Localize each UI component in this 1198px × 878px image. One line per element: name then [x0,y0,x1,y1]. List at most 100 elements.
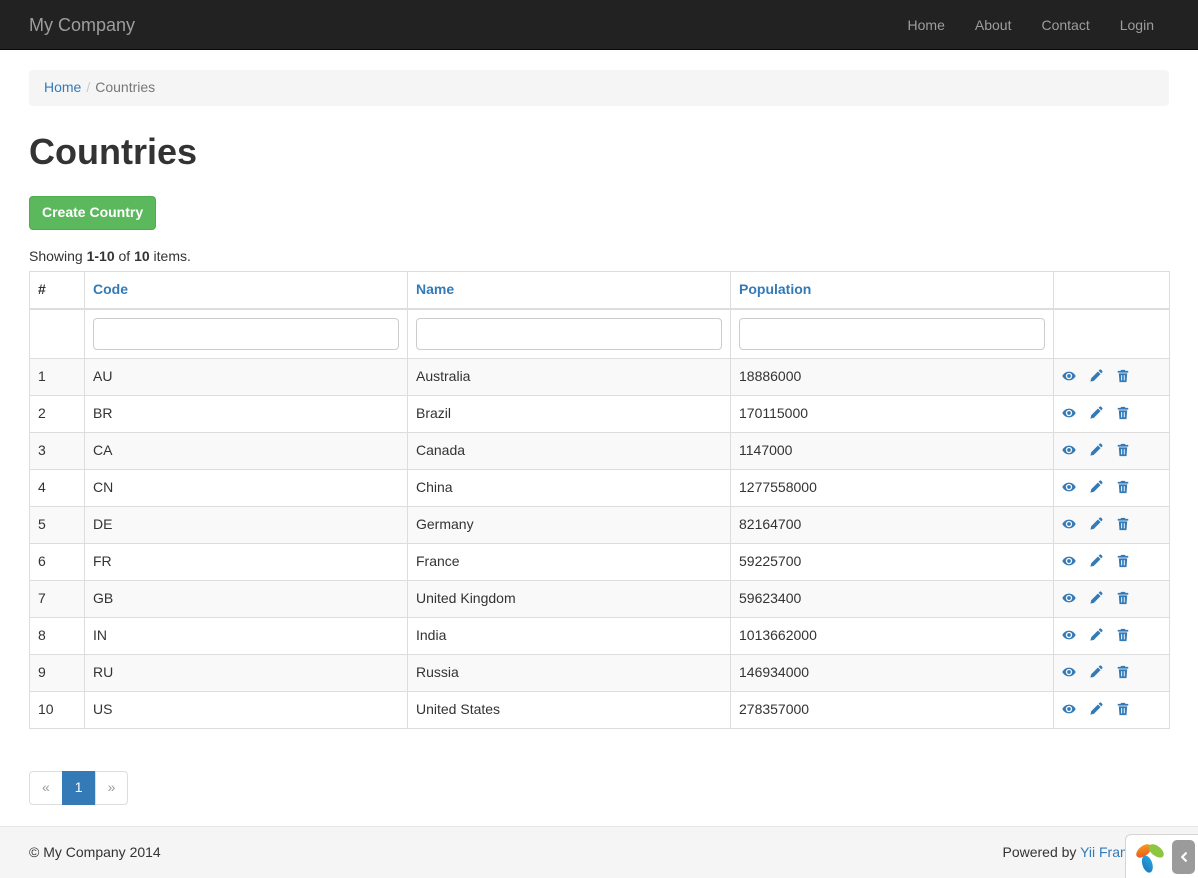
header-sort-name[interactable]: Name [416,281,454,297]
delete-action[interactable] [1116,404,1130,424]
eye-icon [1062,554,1076,568]
pagination-page-1[interactable]: 1 [63,771,96,805]
pencil-icon [1089,406,1103,420]
summary-of: of [115,248,134,264]
view-action[interactable] [1062,663,1076,683]
summary-showing: Showing [29,248,87,264]
create-country-button[interactable]: Create Country [29,196,156,230]
cell-actions [1054,470,1170,507]
cell-code: DE [85,507,408,544]
debug-toolbar [1125,834,1198,878]
view-action[interactable] [1062,626,1076,646]
cell-name: China [408,470,731,507]
breadcrumb-separator: / [81,79,95,95]
cell-index: 3 [30,433,85,470]
trash-icon [1116,369,1130,383]
pagination-next[interactable]: » [96,771,129,805]
update-action[interactable] [1089,700,1103,720]
grid-summary: Showing 1-10 of 10 items. [29,247,1169,267]
cell-code: FR [85,544,408,581]
view-action[interactable] [1062,515,1076,535]
eye-icon [1062,406,1076,420]
cell-actions [1054,507,1170,544]
yii-logo-icon[interactable] [1135,841,1165,874]
header-sort-population[interactable]: Population [739,281,811,297]
table-row: 4 CN China 1277558000 [30,470,1170,507]
pagination-prev-link[interactable]: « [29,771,63,805]
breadcrumb-current: Countries [95,79,155,95]
cell-index: 4 [30,470,85,507]
table-row: 8 IN India 1013662000 [30,618,1170,655]
update-action[interactable] [1089,404,1103,424]
pagination-next-link[interactable]: » [95,771,129,805]
update-action[interactable] [1089,663,1103,683]
header-sort-code[interactable]: Code [93,281,128,297]
countries-table: # Code Name Population 1 AU Australia 18… [29,271,1170,729]
update-action[interactable] [1089,552,1103,572]
header-index: # [30,272,85,309]
cell-actions [1054,544,1170,581]
delete-action[interactable] [1116,552,1130,572]
cell-index: 2 [30,396,85,433]
update-action[interactable] [1089,515,1103,535]
pencil-icon [1089,702,1103,716]
filter-input-population[interactable] [739,318,1045,350]
cell-population: 59225700 [731,544,1054,581]
footer-powered-prefix: Powered by [1002,844,1080,860]
update-action[interactable] [1089,441,1103,461]
summary-range: 1-10 [87,248,115,264]
cell-code: CN [85,470,408,507]
update-action[interactable] [1089,478,1103,498]
delete-action[interactable] [1116,626,1130,646]
page-footer: © My Company 2014 Powered by Yii Framewo… [0,826,1198,878]
nav-item-home[interactable]: Home [893,0,960,50]
cell-index: 1 [30,359,85,396]
view-action[interactable] [1062,478,1076,498]
delete-action[interactable] [1116,663,1130,683]
cell-index: 7 [30,581,85,618]
pagination-page-1-link[interactable]: 1 [62,771,96,805]
update-action[interactable] [1089,589,1103,609]
cell-name: Australia [408,359,731,396]
view-action[interactable] [1062,367,1076,387]
view-action[interactable] [1062,441,1076,461]
delete-action[interactable] [1116,700,1130,720]
cell-code: RU [85,655,408,692]
filter-input-name[interactable] [416,318,722,350]
view-action[interactable] [1062,700,1076,720]
view-action[interactable] [1062,552,1076,572]
nav-item-contact[interactable]: Contact [1026,0,1104,50]
cell-population: 82164700 [731,507,1054,544]
table-row: 6 FR France 59225700 [30,544,1170,581]
table-row: 9 RU Russia 146934000 [30,655,1170,692]
breadcrumb-home-link[interactable]: Home [44,79,81,95]
delete-action[interactable] [1116,589,1130,609]
nav-item-login[interactable]: Login [1105,0,1169,50]
filter-cell-actions-empty [1054,309,1170,359]
trash-icon [1116,517,1130,531]
table-body: 1 AU Australia 18886000 2 BR Brazil 1701… [30,359,1170,729]
update-action[interactable] [1089,626,1103,646]
navbar-brand[interactable]: My Company [29,15,135,35]
view-action[interactable] [1062,589,1076,609]
delete-action[interactable] [1116,478,1130,498]
view-action[interactable] [1062,404,1076,424]
footer-copyright: © My Company 2014 [29,843,161,863]
update-action[interactable] [1089,367,1103,387]
delete-action[interactable] [1116,367,1130,387]
filter-cell-empty [30,309,85,359]
delete-action[interactable] [1116,441,1130,461]
table-row: 5 DE Germany 82164700 [30,507,1170,544]
breadcrumb: Home/Countries [29,70,1169,106]
pagination-prev[interactable]: « [29,771,63,805]
filter-input-code[interactable] [93,318,399,350]
cell-name: France [408,544,731,581]
trash-icon [1116,665,1130,679]
trash-icon [1116,443,1130,457]
delete-action[interactable] [1116,515,1130,535]
cell-population: 18886000 [731,359,1054,396]
navbar: My Company Home About Contact Login [0,0,1198,50]
debug-collapse-button[interactable] [1172,840,1195,874]
nav-item-about[interactable]: About [960,0,1027,50]
cell-population: 170115000 [731,396,1054,433]
